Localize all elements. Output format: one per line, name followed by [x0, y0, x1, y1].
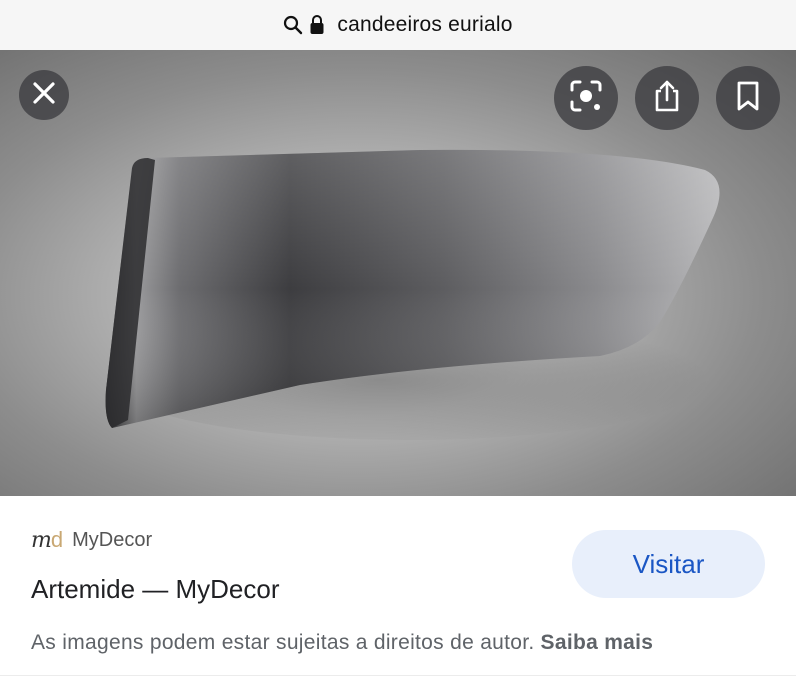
bookmark-button[interactable] — [716, 66, 780, 130]
close-button[interactable] — [19, 70, 69, 120]
result-title[interactable]: Artemide — MyDecor — [31, 574, 280, 605]
source-name[interactable]: MyDecor — [72, 529, 152, 552]
copyright-notice: As imagens podem estar sujeitas a direit… — [31, 631, 653, 655]
learn-more-link[interactable]: Saiba mais — [541, 631, 654, 654]
source-row[interactable]: md MyDecor — [31, 527, 152, 553]
bookmark-icon — [735, 80, 761, 117]
close-icon — [31, 80, 57, 111]
lock-icon — [309, 14, 329, 36]
divider — [0, 675, 796, 676]
visit-button[interactable]: Visitar — [572, 530, 765, 598]
share-button[interactable] — [635, 66, 699, 130]
result-info-panel: md MyDecor Artemide — MyDecor Visitar As… — [0, 497, 796, 700]
lens-button[interactable] — [554, 66, 618, 130]
image-preview[interactable] — [0, 50, 796, 496]
share-icon — [652, 79, 682, 118]
address-bar[interactable]: candeeiros eurialo — [0, 0, 796, 51]
search-icon — [283, 14, 303, 36]
lens-scan-icon — [569, 79, 603, 118]
source-logo: md — [31, 527, 63, 553]
url-text[interactable]: candeeiros eurialo — [337, 13, 512, 37]
copyright-text: As imagens podem estar sujeitas a direit… — [31, 631, 535, 654]
